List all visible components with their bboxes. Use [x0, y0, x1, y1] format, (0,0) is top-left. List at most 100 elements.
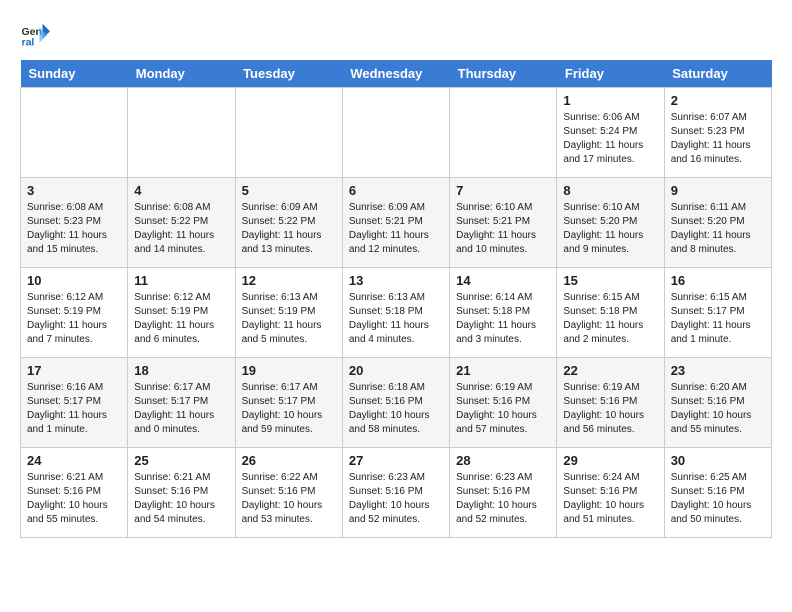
calendar-cell: 12 Sunrise: 6:13 AM Sunset: 5:19 PM Dayli…	[235, 268, 342, 358]
calendar-cell: 30 Sunrise: 6:25 AM Sunset: 5:16 PM Dayli…	[664, 448, 771, 538]
day-info: Sunrise: 6:10 AM Sunset: 5:20 PM Dayligh…	[563, 201, 657, 257]
calendar-cell: 13 Sunrise: 6:13 AM Sunset: 5:18 PM Dayli…	[342, 268, 449, 358]
day-info: Sunrise: 6:08 AM Sunset: 5:23 PM Dayligh…	[27, 201, 121, 257]
calendar-cell	[21, 88, 128, 178]
day-info: Sunrise: 6:24 AM Sunset: 5:16 PM Dayligh…	[563, 471, 657, 527]
day-info: Sunrise: 6:23 AM Sunset: 5:16 PM Dayligh…	[456, 471, 550, 527]
day-number: 20	[349, 363, 443, 378]
day-number: 26	[242, 453, 336, 468]
day-number: 23	[671, 363, 765, 378]
day-number: 9	[671, 183, 765, 198]
calendar-cell: 24 Sunrise: 6:21 AM Sunset: 5:16 PM Dayli…	[21, 448, 128, 538]
day-info: Sunrise: 6:15 AM Sunset: 5:18 PM Dayligh…	[563, 291, 657, 347]
calendar-cell: 20 Sunrise: 6:18 AM Sunset: 5:16 PM Dayli…	[342, 358, 449, 448]
calendar-cell: 3 Sunrise: 6:08 AM Sunset: 5:23 PM Daylig…	[21, 178, 128, 268]
day-number: 27	[349, 453, 443, 468]
weekday-header-saturday: Saturday	[664, 60, 771, 88]
calendar-cell: 5Sunrise: 6:09 AM Sunset: 5:22 PM Daylig…	[235, 178, 342, 268]
calendar-week-row: 17Sunrise: 6:16 AM Sunset: 5:17 PM Dayli…	[21, 358, 772, 448]
calendar-table: SundayMondayTuesdayWednesdayThursdayFrid…	[20, 60, 772, 538]
day-info: Sunrise: 6:09 AM Sunset: 5:21 PM Dayligh…	[349, 201, 443, 257]
day-info: Sunrise: 6:18 AM Sunset: 5:16 PM Dayligh…	[349, 381, 443, 437]
day-number: 8	[563, 183, 657, 198]
calendar-cell: 11 Sunrise: 6:12 AM Sunset: 5:19 PM Dayli…	[128, 268, 235, 358]
logo-icon: Gene ral	[20, 20, 50, 50]
calendar-cell: 25 Sunrise: 6:21 AM Sunset: 5:16 PM Dayli…	[128, 448, 235, 538]
day-number: 12	[242, 273, 336, 288]
day-number: 10	[27, 273, 121, 288]
day-number: 6	[349, 183, 443, 198]
day-info: Sunrise: 6:25 AM Sunset: 5:16 PM Dayligh…	[671, 471, 765, 527]
day-info: Sunrise: 6:15 AM Sunset: 5:17 PM Dayligh…	[671, 291, 765, 347]
day-info: Sunrise: 6:13 AM Sunset: 5:18 PM Dayligh…	[349, 291, 443, 347]
calendar-cell: 26 Sunrise: 6:22 AM Sunset: 5:16 PM Dayli…	[235, 448, 342, 538]
day-info: Sunrise: 6:13 AM Sunset: 5:19 PM Dayligh…	[242, 291, 336, 347]
day-number: 11	[134, 273, 228, 288]
day-number: 30	[671, 453, 765, 468]
calendar-cell: 10 Sunrise: 6:12 AM Sunset: 5:19 PM Dayli…	[21, 268, 128, 358]
calendar-cell: 28 Sunrise: 6:23 AM Sunset: 5:16 PM Dayli…	[450, 448, 557, 538]
calendar-week-row: 24 Sunrise: 6:21 AM Sunset: 5:16 PM Dayli…	[21, 448, 772, 538]
day-number: 17	[27, 363, 121, 378]
day-info: Sunrise: 6:19 AM Sunset: 5:16 PM Dayligh…	[563, 381, 657, 437]
page-header: Gene ral	[20, 20, 772, 50]
day-number: 1	[563, 93, 657, 108]
day-info: Sunrise: 6:22 AM Sunset: 5:16 PM Dayligh…	[242, 471, 336, 527]
day-number: 25	[134, 453, 228, 468]
calendar-cell: 17Sunrise: 6:16 AM Sunset: 5:17 PM Dayli…	[21, 358, 128, 448]
day-number: 4	[134, 183, 228, 198]
calendar-week-row: 1 Sunrise: 6:06 AM Sunset: 5:24 PM Daylig…	[21, 88, 772, 178]
calendar-cell: 16 Sunrise: 6:15 AM Sunset: 5:17 PM Dayli…	[664, 268, 771, 358]
day-number: 21	[456, 363, 550, 378]
calendar-cell: 21 Sunrise: 6:19 AM Sunset: 5:16 PM Dayli…	[450, 358, 557, 448]
weekday-header-sunday: Sunday	[21, 60, 128, 88]
day-number: 2	[671, 93, 765, 108]
calendar-cell	[128, 88, 235, 178]
day-info: Sunrise: 6:06 AM Sunset: 5:24 PM Dayligh…	[563, 111, 657, 167]
day-number: 3	[27, 183, 121, 198]
weekday-header-row: SundayMondayTuesdayWednesdayThursdayFrid…	[21, 60, 772, 88]
calendar-cell: 9 Sunrise: 6:11 AM Sunset: 5:20 PM Daylig…	[664, 178, 771, 268]
day-info: Sunrise: 6:08 AM Sunset: 5:22 PM Dayligh…	[134, 201, 228, 257]
calendar-cell: 7Sunrise: 6:10 AM Sunset: 5:21 PM Daylig…	[450, 178, 557, 268]
calendar-cell: 14Sunrise: 6:14 AM Sunset: 5:18 PM Dayli…	[450, 268, 557, 358]
day-info: Sunrise: 6:14 AM Sunset: 5:18 PM Dayligh…	[456, 291, 550, 347]
calendar-cell	[235, 88, 342, 178]
logo: Gene ral	[20, 20, 54, 50]
calendar-cell: 22 Sunrise: 6:19 AM Sunset: 5:16 PM Dayli…	[557, 358, 664, 448]
day-info: Sunrise: 6:19 AM Sunset: 5:16 PM Dayligh…	[456, 381, 550, 437]
calendar-cell: 18Sunrise: 6:17 AM Sunset: 5:17 PM Dayli…	[128, 358, 235, 448]
weekday-header-tuesday: Tuesday	[235, 60, 342, 88]
calendar-week-row: 3 Sunrise: 6:08 AM Sunset: 5:23 PM Daylig…	[21, 178, 772, 268]
day-number: 15	[563, 273, 657, 288]
day-number: 16	[671, 273, 765, 288]
calendar-cell: 23Sunrise: 6:20 AM Sunset: 5:16 PM Dayli…	[664, 358, 771, 448]
day-number: 28	[456, 453, 550, 468]
day-info: Sunrise: 6:23 AM Sunset: 5:16 PM Dayligh…	[349, 471, 443, 527]
calendar-cell	[342, 88, 449, 178]
calendar-cell: 4 Sunrise: 6:08 AM Sunset: 5:22 PM Daylig…	[128, 178, 235, 268]
day-number: 29	[563, 453, 657, 468]
day-number: 22	[563, 363, 657, 378]
calendar-cell: 1 Sunrise: 6:06 AM Sunset: 5:24 PM Daylig…	[557, 88, 664, 178]
calendar-cell: 2Sunrise: 6:07 AM Sunset: 5:23 PM Daylig…	[664, 88, 771, 178]
calendar-cell: 8 Sunrise: 6:10 AM Sunset: 5:20 PM Daylig…	[557, 178, 664, 268]
weekday-header-monday: Monday	[128, 60, 235, 88]
day-info: Sunrise: 6:17 AM Sunset: 5:17 PM Dayligh…	[242, 381, 336, 437]
day-info: Sunrise: 6:21 AM Sunset: 5:16 PM Dayligh…	[27, 471, 121, 527]
calendar-cell: 27 Sunrise: 6:23 AM Sunset: 5:16 PM Dayli…	[342, 448, 449, 538]
svg-text:ral: ral	[22, 37, 35, 49]
day-number: 19	[242, 363, 336, 378]
day-info: Sunrise: 6:11 AM Sunset: 5:20 PM Dayligh…	[671, 201, 765, 257]
day-number: 13	[349, 273, 443, 288]
day-number: 24	[27, 453, 121, 468]
day-info: Sunrise: 6:12 AM Sunset: 5:19 PM Dayligh…	[134, 291, 228, 347]
day-info: Sunrise: 6:12 AM Sunset: 5:19 PM Dayligh…	[27, 291, 121, 347]
calendar-week-row: 10 Sunrise: 6:12 AM Sunset: 5:19 PM Dayli…	[21, 268, 772, 358]
calendar-cell: 19 Sunrise: 6:17 AM Sunset: 5:17 PM Dayli…	[235, 358, 342, 448]
calendar-cell: 6 Sunrise: 6:09 AM Sunset: 5:21 PM Daylig…	[342, 178, 449, 268]
calendar-cell: 29 Sunrise: 6:24 AM Sunset: 5:16 PM Dayli…	[557, 448, 664, 538]
day-info: Sunrise: 6:21 AM Sunset: 5:16 PM Dayligh…	[134, 471, 228, 527]
day-info: Sunrise: 6:17 AM Sunset: 5:17 PM Dayligh…	[134, 381, 228, 437]
weekday-header-thursday: Thursday	[450, 60, 557, 88]
